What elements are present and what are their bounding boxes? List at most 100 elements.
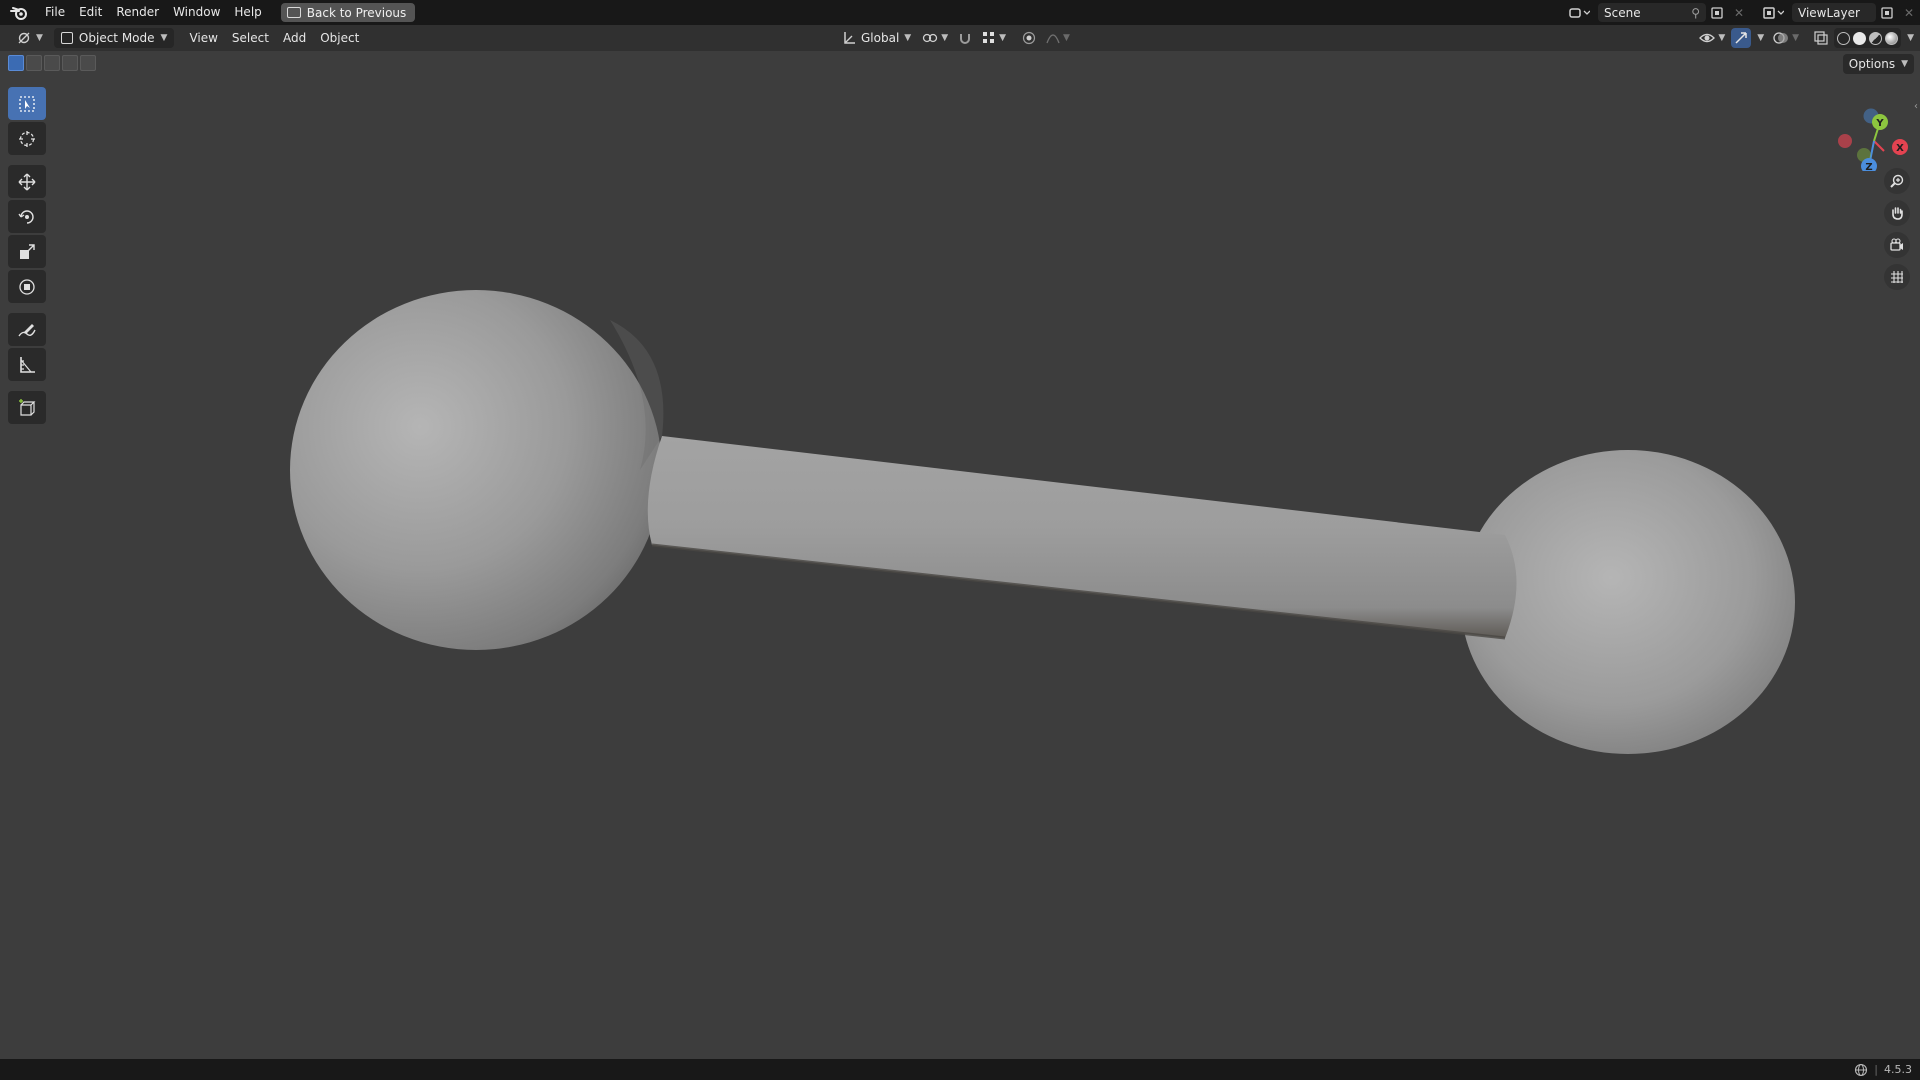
overlays-toggle[interactable]: ▼ (1770, 28, 1802, 48)
editor-type-dropdown[interactable]: ▼ (10, 28, 50, 48)
status-bar: | 4.5.3 (0, 1059, 1920, 1080)
object-mode-dropdown[interactable]: Object Mode ▼ (53, 28, 175, 48)
orientation-axis-icon (844, 32, 855, 44)
gizmo-toggle[interactable] (1731, 28, 1752, 48)
ortho-toggle-button[interactable] (1884, 264, 1910, 290)
wireframe-shading-icon[interactable] (1837, 31, 1851, 45)
camera-icon (1890, 238, 1903, 251)
object-mode-label: Object Mode (78, 31, 155, 45)
annotate-icon (18, 323, 36, 336)
snap-grid-icon (983, 32, 995, 43)
hand-icon (1892, 207, 1903, 220)
top-menu-bar: File Edit Render Window Help Back to Pre… (0, 0, 1920, 25)
cursor-icon (19, 130, 35, 147)
transform-controls: Global ▼ ▼ ▼ ▼ (838, 28, 1073, 48)
connecting-bar[interactable] (647, 436, 1517, 638)
rotate-tool[interactable] (8, 200, 46, 233)
add-cube-tool[interactable] (8, 391, 46, 424)
chevron-down-icon: ▼ (941, 33, 949, 43)
chevron-down-icon: ▼ (36, 33, 43, 43)
globe-icon[interactable] (1854, 1063, 1868, 1077)
dumbbell-mesh[interactable] (0, 51, 1920, 1059)
chevron-down-icon: ▼ (1718, 33, 1726, 43)
chevron-down-icon: ▼ (1792, 33, 1800, 43)
proportional-edit-toggle[interactable] (1019, 28, 1039, 48)
delete-viewlayer-icon[interactable]: ✕ (1898, 3, 1920, 22)
scale-icon (20, 243, 35, 259)
viewlayer-name-field[interactable]: ViewLayer (1792, 3, 1876, 22)
menu-file[interactable]: File (38, 0, 72, 25)
move-icon (18, 173, 36, 190)
rendered-shading-icon[interactable] (1885, 31, 1899, 45)
pivot-point-dropdown[interactable]: ▼ (919, 28, 951, 48)
delete-scene-icon[interactable]: ✕ (1728, 3, 1750, 22)
falloff-curve-icon (1046, 34, 1060, 44)
tool-shelf (8, 87, 48, 424)
transform-icon (19, 278, 35, 295)
chevron-down-icon: ▼ (904, 33, 912, 43)
version-label: 4.5.3 (1884, 1063, 1912, 1076)
overlays-icon (1773, 32, 1789, 44)
transform-tool[interactable] (8, 270, 46, 303)
new-viewlayer-icon[interactable] (1876, 3, 1898, 22)
gizmo-y-label: Y (1875, 118, 1884, 129)
select-box-tool[interactable] (8, 87, 46, 120)
menu-window[interactable]: Window (166, 0, 227, 25)
gizmo-icon (1735, 32, 1747, 44)
left-sphere[interactable] (290, 290, 662, 650)
solid-shading-icon[interactable] (1853, 31, 1867, 45)
menu-object[interactable]: Object (313, 28, 366, 48)
xray-icon (1814, 31, 1828, 45)
options-label: Options (1848, 57, 1896, 71)
snap-toggle[interactable] (955, 28, 975, 48)
gizmo-z-label: Z (1865, 162, 1872, 171)
chevron-down-icon: ▼ (999, 33, 1007, 43)
camera-view-button[interactable] (1884, 232, 1910, 258)
snap-target-dropdown[interactable]: ▼ (979, 28, 1009, 48)
annotate-tool[interactable] (8, 313, 46, 346)
add-cube-icon (19, 398, 36, 416)
new-scene-icon[interactable] (1706, 3, 1728, 22)
measure-tool[interactable] (8, 348, 46, 381)
menu-edit[interactable]: Edit (72, 0, 109, 25)
zoom-button[interactable] (1884, 168, 1910, 194)
blender-logo-icon[interactable] (0, 0, 38, 25)
falloff-dropdown[interactable]: ▼ (1043, 28, 1073, 48)
scene-name: Scene (1604, 5, 1641, 20)
menu-render[interactable]: Render (109, 0, 166, 25)
chevron-down-icon[interactable]: ▼ (1907, 33, 1914, 43)
material-preview-icon[interactable] (1869, 31, 1883, 45)
viewlayer-browse-icon[interactable] (1758, 3, 1788, 22)
options-dropdown[interactable]: Options ▼ (1842, 54, 1914, 74)
menu-help[interactable]: Help (227, 0, 268, 25)
navigation-gizmo[interactable]: Y X Z (1824, 91, 1914, 171)
pivot-icon (923, 33, 938, 43)
3d-viewport[interactable]: Options ▼ Y X Z ‹ (0, 51, 1920, 1059)
shading-mode-group (1834, 28, 1902, 48)
cursor-tool[interactable] (8, 122, 46, 155)
scale-tool[interactable] (8, 235, 46, 268)
move-tool[interactable] (8, 165, 46, 198)
pan-button[interactable] (1884, 200, 1910, 226)
zoom-icon (1890, 174, 1904, 188)
pin-icon[interactable]: ⚲ (1691, 6, 1700, 20)
menu-view[interactable]: View (182, 28, 224, 48)
back-to-previous-button[interactable]: Back to Previous (280, 3, 416, 22)
gizmo-neg-x-icon[interactable] (1838, 134, 1852, 148)
chevron-down-icon[interactable]: ▼ (1757, 33, 1764, 43)
sidebar-toggle-icon[interactable]: ‹ (1914, 101, 1918, 112)
xray-toggle[interactable] (1811, 28, 1831, 48)
magnet-icon (960, 34, 971, 44)
menu-add[interactable]: Add (276, 28, 313, 48)
back-to-previous-label: Back to Previous (306, 5, 407, 20)
scene-name-field[interactable]: Scene ⚲ (1598, 3, 1706, 22)
scene-browse-icon[interactable] (1564, 3, 1594, 22)
view-navigation-buttons (1884, 168, 1910, 290)
orientation-dropdown[interactable]: Global ▼ (838, 28, 915, 48)
viewlayer-name: ViewLayer (1798, 5, 1860, 20)
viewport-display-controls: ▼ ▼ ▼ ▼ (1696, 28, 1914, 48)
orientation-label: Global (861, 31, 900, 45)
menu-select[interactable]: Select (225, 28, 276, 48)
window-icon (286, 7, 301, 18)
visibility-dropdown[interactable]: ▼ (1696, 28, 1728, 48)
